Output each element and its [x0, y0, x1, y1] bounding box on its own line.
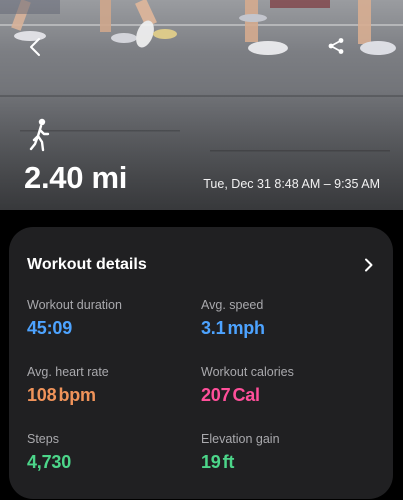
- metric-elevation-gain: Elevation gain 19 ft: [201, 432, 280, 473]
- metric-steps: Steps 4,730: [27, 432, 73, 473]
- workout-datetime: Tue, Dec 31 8:48 AM – 9:35 AM: [203, 177, 380, 191]
- metric-label: Steps: [27, 432, 59, 446]
- metric-number: 19: [201, 452, 221, 472]
- metric-label: Elevation gain: [201, 432, 280, 446]
- metric-unit: ft: [222, 452, 235, 472]
- metric-value: 3.1 mph: [201, 318, 265, 339]
- metric-unit: mph: [227, 318, 265, 338]
- metric-workout-duration: Workout duration 45:09: [27, 298, 122, 339]
- metric-avg-speed: Avg. speed 3.1 mph: [201, 298, 265, 339]
- workout-details-card: Workout details Workout duration 45:09 A…: [9, 227, 393, 499]
- metric-label: Workout duration: [27, 298, 122, 312]
- metric-workout-calories: Workout calories 207 Cal: [201, 365, 294, 406]
- metric-label: Avg. heart rate: [27, 365, 109, 379]
- metric-label: Workout calories: [201, 365, 294, 379]
- metric-label: Avg. speed: [201, 298, 264, 312]
- workout-distance: 2.40 mi: [24, 160, 128, 195]
- metric-avg-heart-rate: Avg. heart rate 108 bpm: [27, 365, 109, 406]
- metric-number: 108: [27, 385, 57, 405]
- metric-unit: bpm: [58, 385, 96, 405]
- share-button[interactable]: [324, 34, 348, 58]
- back-button[interactable]: [22, 34, 48, 60]
- metric-number: 4,730: [27, 452, 72, 472]
- metric-unit: Cal: [232, 385, 260, 405]
- workout-details-title: Workout details: [27, 256, 147, 273]
- metric-number: 45:09: [27, 318, 73, 338]
- details-chevron-button[interactable]: [361, 258, 375, 272]
- workout-details-header[interactable]: Workout details: [27, 256, 375, 274]
- metric-number: 3.1: [201, 318, 226, 338]
- chevron-right-icon: [364, 258, 372, 272]
- metric-value: 4,730: [27, 452, 73, 473]
- chevron-left-icon: [30, 38, 40, 56]
- walking-icon: [29, 118, 50, 152]
- metric-value: 108 bpm: [27, 385, 109, 406]
- metric-number: 207: [201, 385, 231, 405]
- metric-value: 19 ft: [201, 452, 280, 473]
- share-icon: [328, 38, 344, 54]
- metric-value: 207 Cal: [201, 385, 294, 406]
- metric-value: 45:09: [27, 318, 122, 339]
